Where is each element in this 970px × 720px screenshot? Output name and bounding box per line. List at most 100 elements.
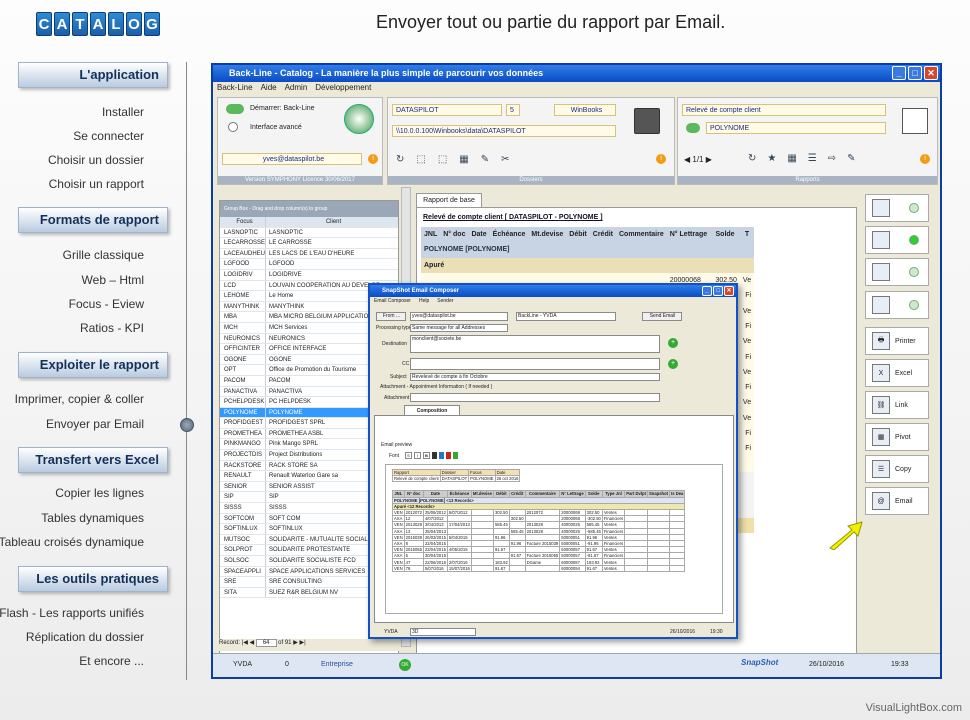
xlsx-format-icon[interactable] [865, 258, 929, 286]
start-label: Démarrer: Back-Line [250, 105, 315, 112]
sidebar-item[interactable]: Tableau croisés dynamique [0, 535, 144, 549]
close-button[interactable]: ✕ [924, 66, 938, 80]
report-col-header[interactable]: Échéance [490, 227, 529, 242]
color-black-swatch[interactable] [432, 452, 437, 459]
grid-row[interactable]: LASNOPTIC LASNOPTIC [220, 227, 398, 239]
report-col-header[interactable]: N° doc [440, 227, 468, 242]
backline-logo-icon[interactable] [344, 104, 374, 134]
link-button[interactable]: ⛓ Link [865, 391, 929, 419]
report-filter: POLYNOME [706, 122, 886, 134]
dialog-menu-item[interactable]: Email Composer [374, 297, 411, 306]
report-col-header[interactable]: Commentaire [616, 227, 667, 242]
add-cc-icon[interactable]: + [668, 359, 678, 369]
sidebar-item[interactable]: Imprimer, copier & coller [15, 392, 144, 406]
color-green-swatch[interactable] [453, 452, 458, 459]
from-button[interactable]: From ... [376, 312, 406, 321]
printer-button[interactable]: 🖶 Printer [865, 327, 929, 355]
minimize-button[interactable]: _ [892, 66, 906, 80]
cc-label: CC [402, 361, 410, 367]
sidebar-item[interactable]: Choisir un rapport [49, 177, 144, 191]
add-destination-icon[interactable]: + [668, 338, 678, 348]
sidebar-item[interactable]: Ratios - KPI [80, 321, 144, 335]
grid-row[interactable]: LGFOOD LGFOOD [220, 259, 398, 270]
dialog-minimize-button[interactable]: _ [702, 286, 712, 296]
sidebar-item[interactable]: Envoyer par Email [46, 417, 144, 431]
info-icon[interactable]: i [656, 154, 666, 164]
sidebar-item[interactable]: Web – Html [82, 273, 144, 287]
report-col-header[interactable]: JNL [421, 227, 440, 242]
dialog-menu-item[interactable]: Help [419, 297, 429, 306]
report-col-header[interactable]: T [740, 227, 754, 242]
pivot-icon: ▦ [872, 428, 890, 446]
tab-email-preview[interactable]: Email preview [381, 442, 412, 448]
start-toggle[interactable] [226, 104, 244, 114]
dialog-menu-item[interactable]: Sender [437, 297, 453, 306]
grid-row[interactable]: LOGIDRIV LOGIDRIVE [220, 269, 398, 281]
email-button[interactable]: @ Email [865, 487, 929, 515]
sidebar-item[interactable]: Et encore ... [79, 654, 144, 668]
sidebar-item[interactable]: Réplication du dossier [26, 630, 144, 644]
sidebar-item[interactable]: Copier les lignes [55, 486, 144, 500]
attachment-field[interactable] [410, 393, 660, 402]
report-col-header[interactable]: Débit [566, 227, 590, 242]
preview-cell: VEN [392, 533, 405, 541]
destination-field[interactable]: monclient@societe.be [410, 335, 660, 353]
report-toolbar-icons[interactable]: ↻★▦☰⇨✎ [748, 153, 867, 164]
cc-field[interactable] [410, 358, 660, 370]
dossier-toolbar-icons[interactable]: ↻⬚⬚▦✎✂ [396, 154, 521, 165]
report-col-header[interactable]: Crédit [590, 227, 616, 242]
menu-item[interactable]: Admin [285, 82, 308, 94]
format-buttons[interactable]: S I B [405, 452, 458, 459]
maximize-button[interactable]: □ [908, 66, 922, 80]
grid-header-client[interactable]: Client [266, 217, 398, 227]
report-document-icon[interactable] [902, 108, 928, 134]
pivot-button[interactable]: ▦ Pivot [865, 423, 929, 451]
processing-type-select[interactable]: Same message for all Addresses [410, 324, 508, 332]
menu-item[interactable]: Back-Line [217, 82, 253, 94]
sidebar-item[interactable]: Tables dynamiques [41, 511, 144, 525]
open-folder-icon[interactable] [634, 108, 660, 134]
sidebar-item[interactable]: Choisir un dossier [48, 153, 144, 167]
advanced-radio[interactable] [228, 122, 238, 132]
grid-row[interactable]: LACEAUDHEU LES LACS DE L'EAU D'HEURE [220, 248, 398, 260]
menu-item[interactable]: Aide [261, 82, 277, 94]
color-red-swatch[interactable] [446, 452, 451, 459]
menu-item[interactable]: Développement [315, 82, 371, 94]
web-format-icon[interactable] [865, 291, 929, 319]
copy-button[interactable]: ☰ Copy [865, 455, 929, 483]
grid-format-icon[interactable] [865, 194, 929, 222]
record-navigator[interactable]: Record: |◀ ◀ 64 of 91 ▶ ▶| [219, 639, 399, 651]
italic-button[interactable]: I [414, 452, 421, 459]
tab-rapport-de-base[interactable]: Rapport de base [416, 193, 482, 207]
dialog-status-3d[interactable]: 3D [410, 628, 476, 636]
sidebar-item[interactable]: Grille classique [63, 248, 144, 262]
dialog-close-button[interactable]: ✕ [724, 286, 734, 296]
excel-button[interactable]: X Excel [865, 359, 929, 387]
report-col-header[interactable]: Date [468, 227, 489, 242]
color-blue-swatch[interactable] [439, 452, 444, 459]
dialog-maximize-button[interactable]: □ [713, 286, 723, 296]
sidebar-item[interactable]: Focus - Eview [69, 297, 144, 311]
report-col-header[interactable]: Mt.devise [528, 227, 566, 242]
from-field[interactable]: yves@dataspilot.be [410, 312, 508, 321]
font-size-button[interactable]: S [405, 452, 412, 459]
tab-composition[interactable]: Composition [404, 405, 460, 415]
sidebar-item[interactable]: Flash - Les rapports unifiés [0, 606, 144, 620]
report-col-header[interactable]: Solde [710, 227, 740, 242]
bold-button[interactable]: B [423, 452, 430, 459]
ok-icon[interactable]: OK [399, 659, 411, 671]
send-email-button[interactable]: Send Email [642, 312, 682, 321]
grid-header-focus[interactable]: Focus [220, 217, 266, 227]
page-nav[interactable]: ◀ 1/1 ▶ [684, 155, 712, 164]
subject-field[interactable]: Revelevé de compte à fin Octobre [410, 373, 660, 381]
record-number[interactable]: 64 [255, 639, 277, 647]
html-format-icon[interactable] [865, 226, 929, 254]
info-icon[interactable]: i [368, 154, 378, 164]
sidebar-item[interactable]: Installer [102, 105, 144, 119]
report-col-header[interactable]: N° Lettrage [667, 227, 710, 242]
info-icon[interactable]: i [920, 154, 930, 164]
grid-row[interactable]: LECARROSSE LE CARROSSE [220, 238, 398, 249]
filter-toggle[interactable] [686, 123, 700, 133]
sidebar-item[interactable]: Se connecter [73, 129, 144, 143]
sender-field[interactable]: BackLine - YVDA [516, 312, 616, 321]
